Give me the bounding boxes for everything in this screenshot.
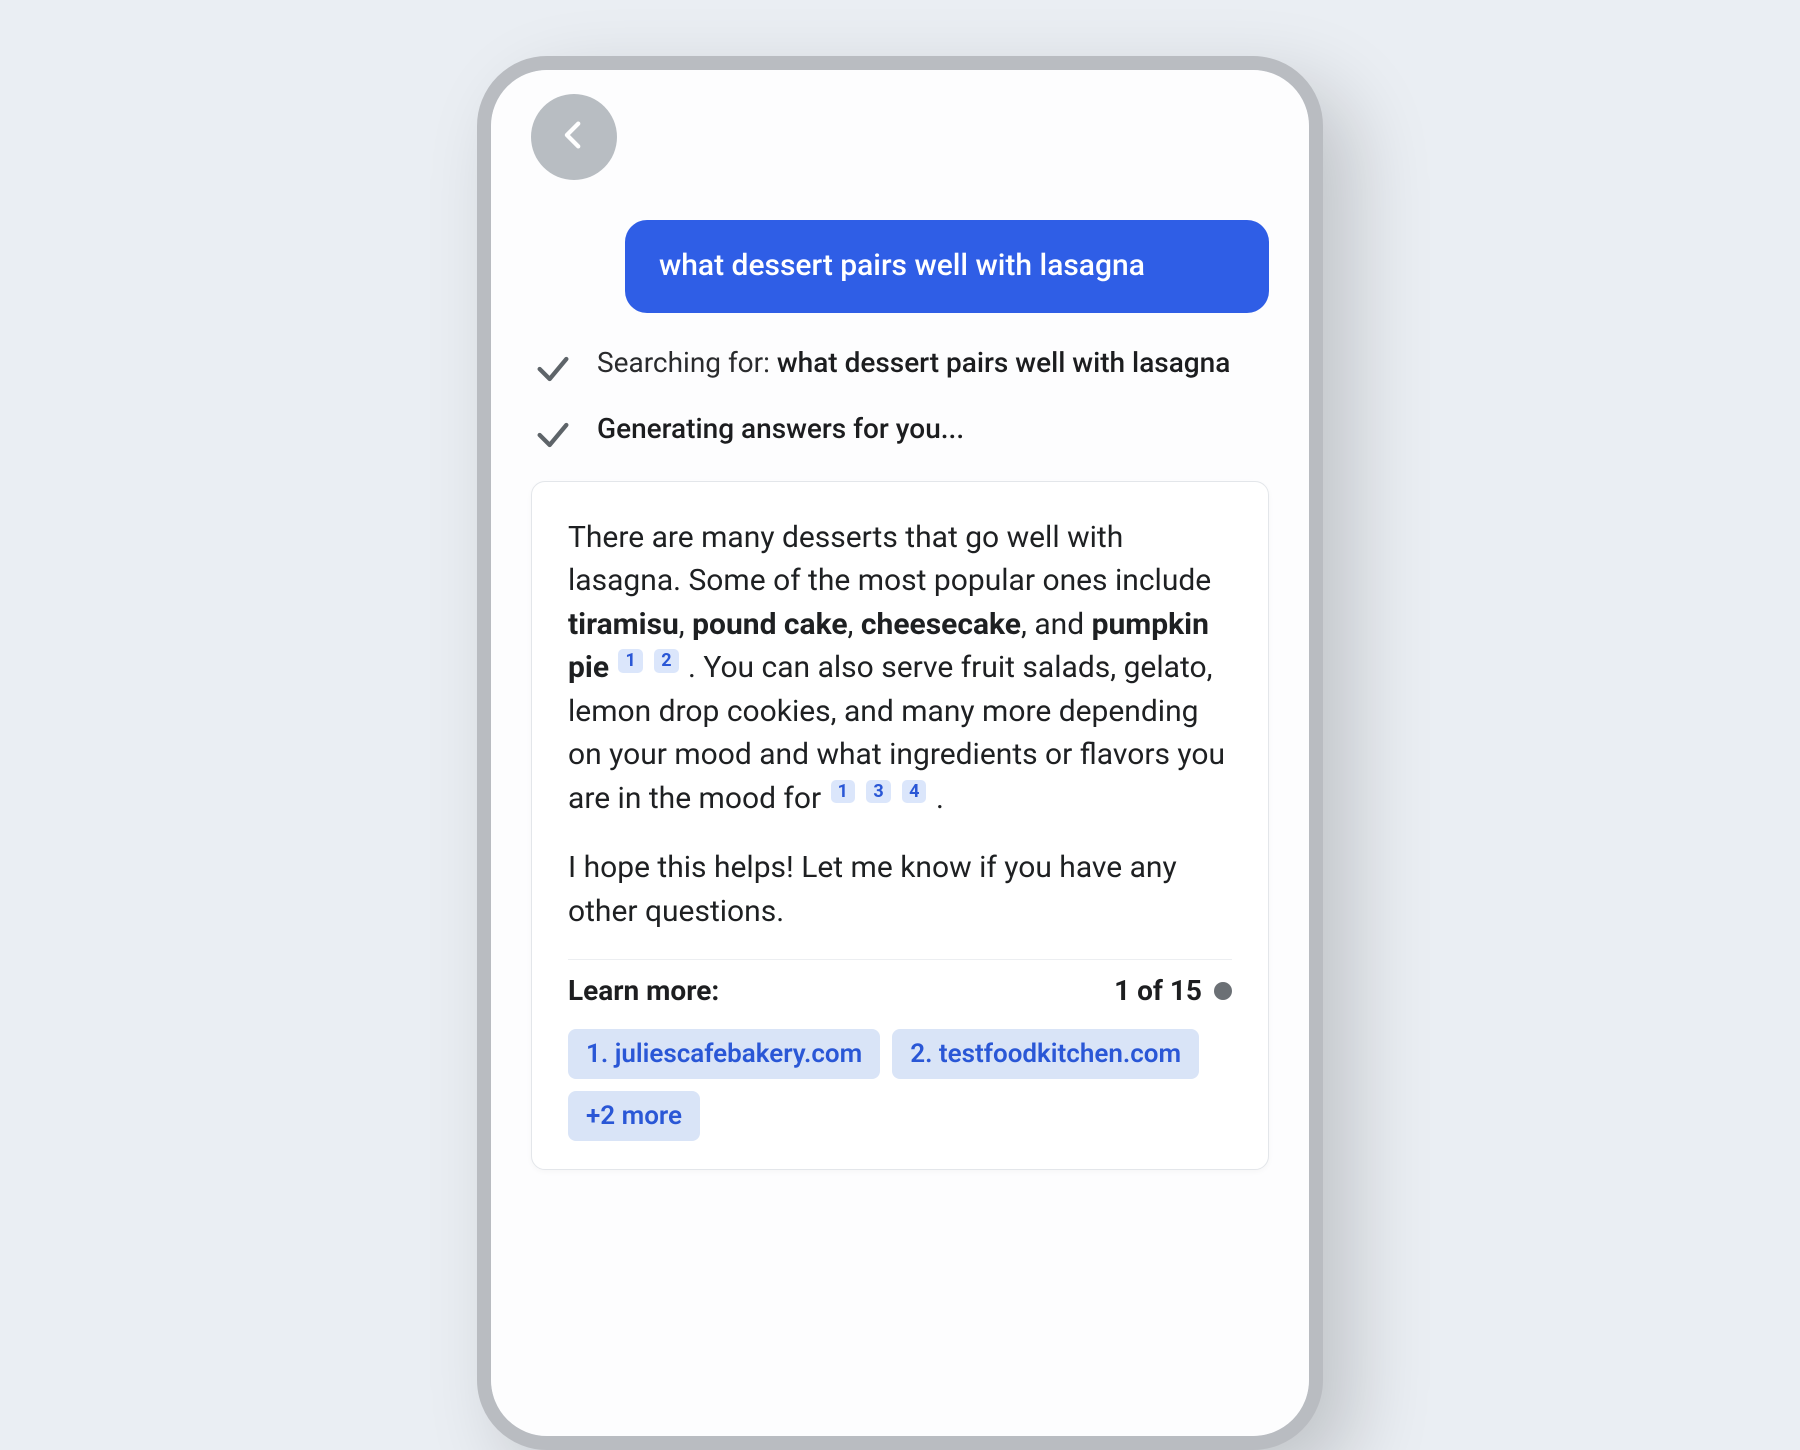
learn-more-count: 1 of 15 [1114,974,1232,1007]
source-chip-2[interactable]: 2. testfoodkitchen.com [892,1029,1199,1079]
user-message-text: what dessert pairs well with lasagna [659,248,1145,283]
citation-3[interactable]: 3 [866,780,890,804]
source-chip-1[interactable]: 1. juliescafebakery.com [568,1029,880,1079]
status-generating-text: Generating answers for you... [597,409,964,448]
citation-1[interactable]: 1 [618,649,642,673]
learn-more-label: Learn more: [568,974,719,1007]
assistant-answer-card: There are many desserts that go well wit… [531,481,1269,1171]
source-chip-more[interactable]: +2 more [568,1091,700,1141]
phone-frame: what dessert pairs well with lasagna Sea… [477,56,1323,1450]
phone-screen: what dessert pairs well with lasagna Sea… [491,70,1309,1436]
dot-icon [1214,982,1232,1000]
citation-4[interactable]: 4 [902,780,926,804]
back-button[interactable] [531,94,617,180]
source-chip-row: 1. juliescafebakery.com 2. testfoodkitch… [568,1029,1232,1141]
status-block: Searching for: what dessert pairs well w… [531,343,1269,457]
check-icon [531,413,575,457]
answer-paragraph-2: I hope this helps! Let me know if you ha… [568,846,1232,933]
check-icon [531,347,575,391]
status-searching: Searching for: what dessert pairs well w… [531,343,1269,391]
assistant-answer-text: There are many desserts that go well wit… [568,516,1232,934]
citation-2[interactable]: 2 [654,649,678,673]
chat-content: what dessert pairs well with lasagna Sea… [531,94,1269,1170]
chevron-left-icon [557,118,591,156]
learn-more-row: Learn more: 1 of 15 [568,959,1232,1007]
answer-paragraph-1: There are many desserts that go well wit… [568,516,1232,821]
user-message-bubble: what dessert pairs well with lasagna [625,220,1269,313]
status-generating: Generating answers for you... [531,409,1269,457]
status-searching-text: Searching for: what dessert pairs well w… [597,343,1230,382]
citation-1b[interactable]: 1 [831,780,855,804]
